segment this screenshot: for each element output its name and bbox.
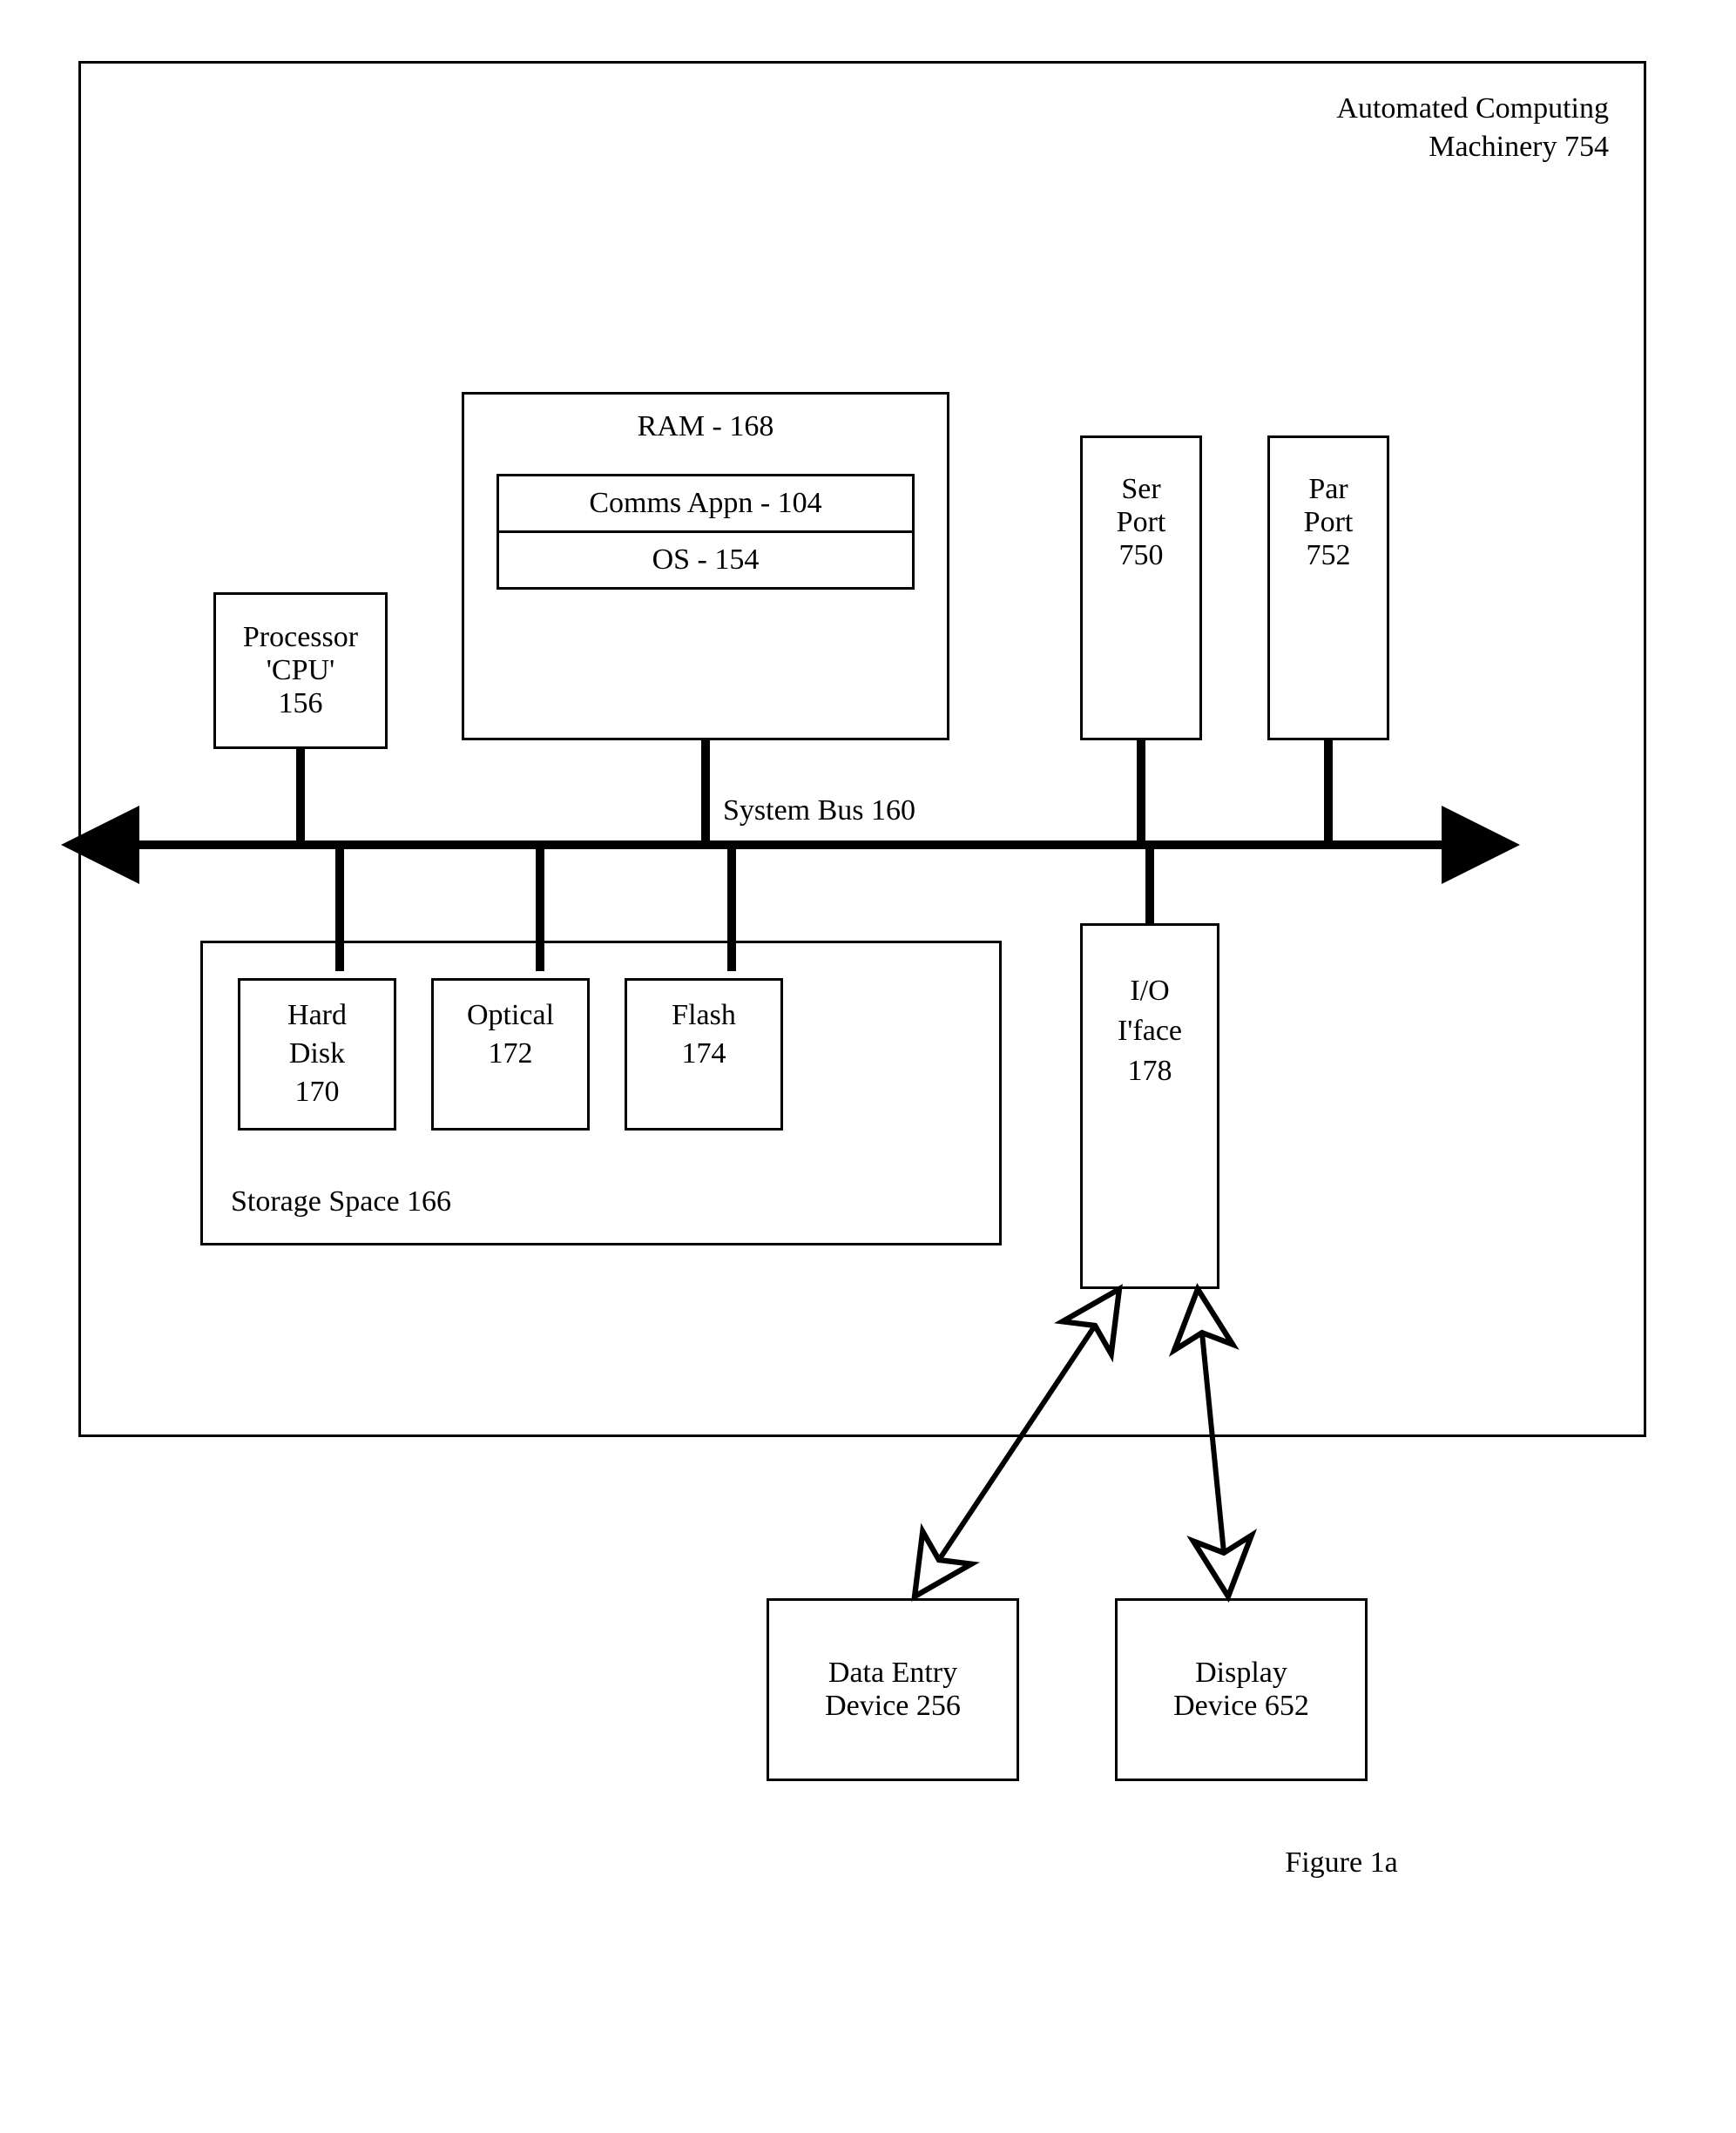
outer-title-line1: Automated Computing: [1336, 92, 1609, 125]
parport-l1: Par: [1308, 473, 1348, 506]
data-entry-device-box: Data Entry Device 256: [767, 1598, 1019, 1781]
opt-l2: 172: [489, 1037, 533, 1070]
ram-box: RAM - 168 Comms Appn - 104 OS - 154: [462, 392, 949, 740]
io-l3: 178: [1128, 1051, 1172, 1091]
fl-l2: 174: [682, 1037, 726, 1070]
hd-l2: Disk: [289, 1037, 345, 1070]
display-device-box: Display Device 652: [1115, 1598, 1368, 1781]
storage-items: Hard Disk 170 Optical 172 Flash 174: [238, 978, 783, 1131]
opt-l1: Optical: [467, 999, 554, 1031]
processor-box: Processor 'CPU' 156: [213, 592, 388, 749]
diagram: Automated Computing Machinery 754 Proces…: [35, 35, 1690, 2038]
processor-label: Processor: [243, 621, 358, 654]
hd-l1: Hard: [287, 999, 347, 1031]
parport-l3: 752: [1307, 539, 1351, 572]
disp-l1: Display: [1195, 1657, 1287, 1690]
de-l1: Data Entry: [828, 1657, 957, 1690]
flash-box: Flash 174: [625, 978, 783, 1131]
processor-ref: 156: [279, 687, 323, 720]
ram-title: RAM - 168: [638, 410, 774, 443]
system-bus-label: System Bus 160: [723, 794, 915, 827]
outer-title-line2: Machinery 754: [1429, 131, 1609, 163]
io-l2: I'face: [1118, 1011, 1182, 1051]
storage-label: Storage Space 166: [231, 1185, 451, 1218]
fl-l1: Flash: [672, 999, 736, 1031]
io-l1: I/O: [1130, 971, 1169, 1011]
processor-cpu: 'CPU': [267, 654, 334, 687]
serport-l3: 750: [1119, 539, 1164, 572]
parallel-port-box: Par Port 752: [1267, 435, 1389, 740]
hard-disk-box: Hard Disk 170: [238, 978, 396, 1131]
os-box: OS - 154: [496, 533, 915, 590]
optical-box: Optical 172: [431, 978, 590, 1131]
outer-title: Automated Computing Machinery 754: [1336, 90, 1609, 166]
hd-l3: 170: [295, 1076, 340, 1108]
comms-appn-box: Comms Appn - 104: [496, 474, 915, 533]
figure-label: Figure 1a: [1254, 1846, 1429, 1880]
ram-inner: Comms Appn - 104 OS - 154: [496, 474, 915, 590]
serport-l2: Port: [1117, 506, 1166, 539]
disp-l2: Device 652: [1173, 1690, 1309, 1723]
parport-l2: Port: [1304, 506, 1354, 539]
de-l2: Device 256: [825, 1690, 961, 1723]
storage-space-box: Hard Disk 170 Optical 172 Flash 174 Stor…: [200, 941, 1002, 1245]
serial-port-box: Ser Port 750: [1080, 435, 1202, 740]
io-interface-box: I/O I'face 178: [1080, 923, 1219, 1289]
serport-l1: Ser: [1121, 473, 1160, 506]
